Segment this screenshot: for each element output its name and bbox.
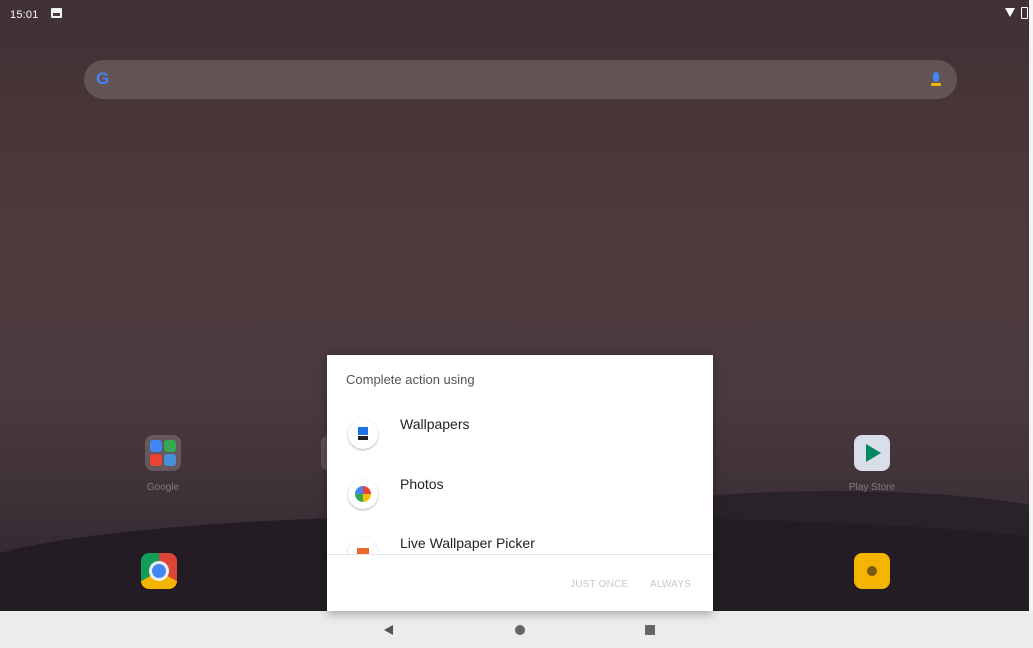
chrome-icon	[141, 553, 177, 589]
back-icon[interactable]	[384, 625, 393, 635]
app-label: Play Store	[848, 482, 896, 493]
photos-icon	[348, 479, 378, 509]
option-wallpapers[interactable]: Wallpapers	[327, 407, 713, 463]
just-once-button[interactable]: JUST ONCE	[570, 579, 628, 590]
status-time: 15:01	[10, 9, 39, 21]
image-icon	[51, 8, 62, 18]
battery-icon	[1021, 7, 1028, 19]
app-label: Google	[146, 482, 180, 493]
screen-edge	[1029, 0, 1033, 611]
complete-action-dialog: Complete action using Wallpapers Photos …	[327, 355, 713, 611]
google-search-bar[interactable]: G	[84, 60, 957, 99]
option-label: Wallpapers	[400, 416, 470, 432]
recents-icon[interactable]	[645, 625, 655, 635]
live-wallpaper-icon	[348, 538, 378, 554]
app-play-store[interactable]: Play Store	[832, 435, 912, 493]
status-bar: 15:01	[0, 0, 1033, 28]
dock-app-chrome[interactable]	[119, 553, 199, 589]
dialog-divider	[327, 554, 713, 555]
dock-app-files[interactable]	[832, 553, 912, 589]
files-icon	[854, 553, 890, 589]
always-button[interactable]: ALWAYS	[650, 579, 691, 590]
app-google-folder[interactable]: Google	[123, 435, 203, 493]
home-icon[interactable]	[515, 625, 525, 635]
wifi-icon	[1005, 8, 1015, 17]
wallpapers-icon	[348, 419, 378, 449]
google-logo-icon: G	[96, 69, 110, 88]
option-photos[interactable]: Photos	[327, 467, 713, 523]
option-label: Live Wallpaper Picker	[400, 535, 535, 551]
option-label: Photos	[400, 476, 444, 492]
navigation-bar	[0, 611, 1033, 648]
option-live-wallpaper-picker[interactable]: Live Wallpaper Picker	[327, 526, 713, 554]
folder-icon	[145, 435, 181, 471]
play-store-icon	[854, 435, 890, 471]
mic-icon[interactable]	[931, 72, 941, 86]
dialog-title: Complete action using	[346, 372, 475, 387]
